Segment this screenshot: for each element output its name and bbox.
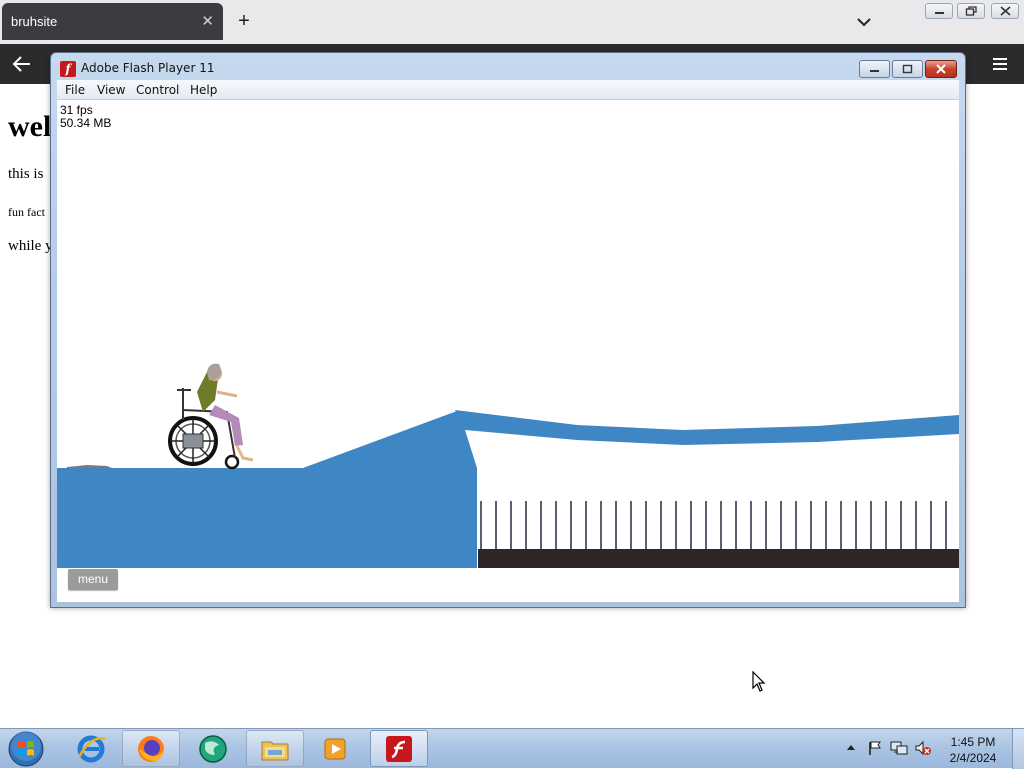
back-arrow-icon[interactable]	[10, 53, 34, 75]
menu-help[interactable]: Help	[190, 83, 217, 97]
tab-list-chevron-icon[interactable]	[852, 10, 876, 34]
debris	[67, 465, 112, 468]
page-heading: wel	[8, 110, 52, 143]
spike-base	[478, 549, 959, 568]
taskbar-firefox-icon[interactable]	[122, 730, 180, 767]
flash-logo-icon: f	[60, 61, 76, 77]
taskbar-flash-player-icon[interactable]	[370, 730, 428, 767]
page-paragraph-1: this is	[8, 166, 44, 182]
page-paragraph-3: while y	[8, 238, 53, 254]
blue-bridge	[455, 410, 959, 445]
game-stage[interactable]: 31 fps 50.34 MB menu	[57, 100, 959, 602]
taskbar-globe-browser-icon[interactable]	[184, 730, 242, 767]
tab-title: bruhsite	[11, 14, 58, 29]
flash-maximize-button[interactable]	[892, 60, 923, 78]
browser-tab[interactable]: bruhsite ✕	[2, 3, 223, 40]
browser-menu-icon[interactable]	[990, 54, 1010, 74]
tab-close-icon[interactable]: ✕	[201, 3, 214, 40]
page-paragraph-2: fun fact	[8, 205, 45, 219]
wheelchair-character	[168, 363, 254, 470]
game-menu-button[interactable]: menu	[68, 569, 118, 590]
taskbar-file-explorer-icon[interactable]	[246, 730, 304, 767]
taskbar-internet-explorer-icon[interactable]	[62, 730, 120, 767]
clock-time: 1:45 PM	[950, 735, 996, 749]
flash-window-title: Adobe Flash Player 11	[81, 61, 215, 75]
browser-close-button[interactable]	[991, 3, 1019, 19]
menu-file[interactable]: File	[65, 83, 85, 97]
menu-view[interactable]: View	[97, 83, 125, 97]
ground-platform	[57, 411, 477, 568]
flash-close-button[interactable]	[925, 60, 957, 78]
mouse-cursor-icon	[752, 670, 766, 698]
windows-taskbar: 1:45 PM 2/4/2024	[0, 728, 1024, 769]
browser-minimize-button[interactable]	[925, 3, 953, 19]
system-clock[interactable]: 1:45 PM 2/4/2024	[944, 734, 1002, 766]
menu-control[interactable]: Control	[136, 83, 179, 97]
game-scene	[57, 363, 959, 568]
spike-row	[480, 501, 947, 549]
browser-restore-button[interactable]	[957, 3, 985, 19]
flash-minimize-button[interactable]	[859, 60, 890, 78]
action-center-flag-icon[interactable]	[867, 740, 883, 761]
flash-menu-bar: File View Control Help	[57, 80, 959, 100]
network-icon[interactable]	[890, 740, 908, 761]
flash-player-window[interactable]: f Adobe Flash Player 11 File View Contro…	[50, 52, 966, 608]
show-hidden-icons-icon[interactable]	[846, 740, 856, 759]
new-tab-button[interactable]: +	[233, 9, 255, 33]
clock-date: 2/4/2024	[949, 751, 997, 765]
taskbar-media-player-icon[interactable]	[306, 730, 364, 767]
start-button[interactable]	[6, 731, 46, 767]
show-desktop-button[interactable]	[1012, 729, 1024, 769]
volume-muted-icon[interactable]	[914, 740, 932, 761]
browser-tab-strip: bruhsite ✕ +	[0, 0, 1024, 44]
